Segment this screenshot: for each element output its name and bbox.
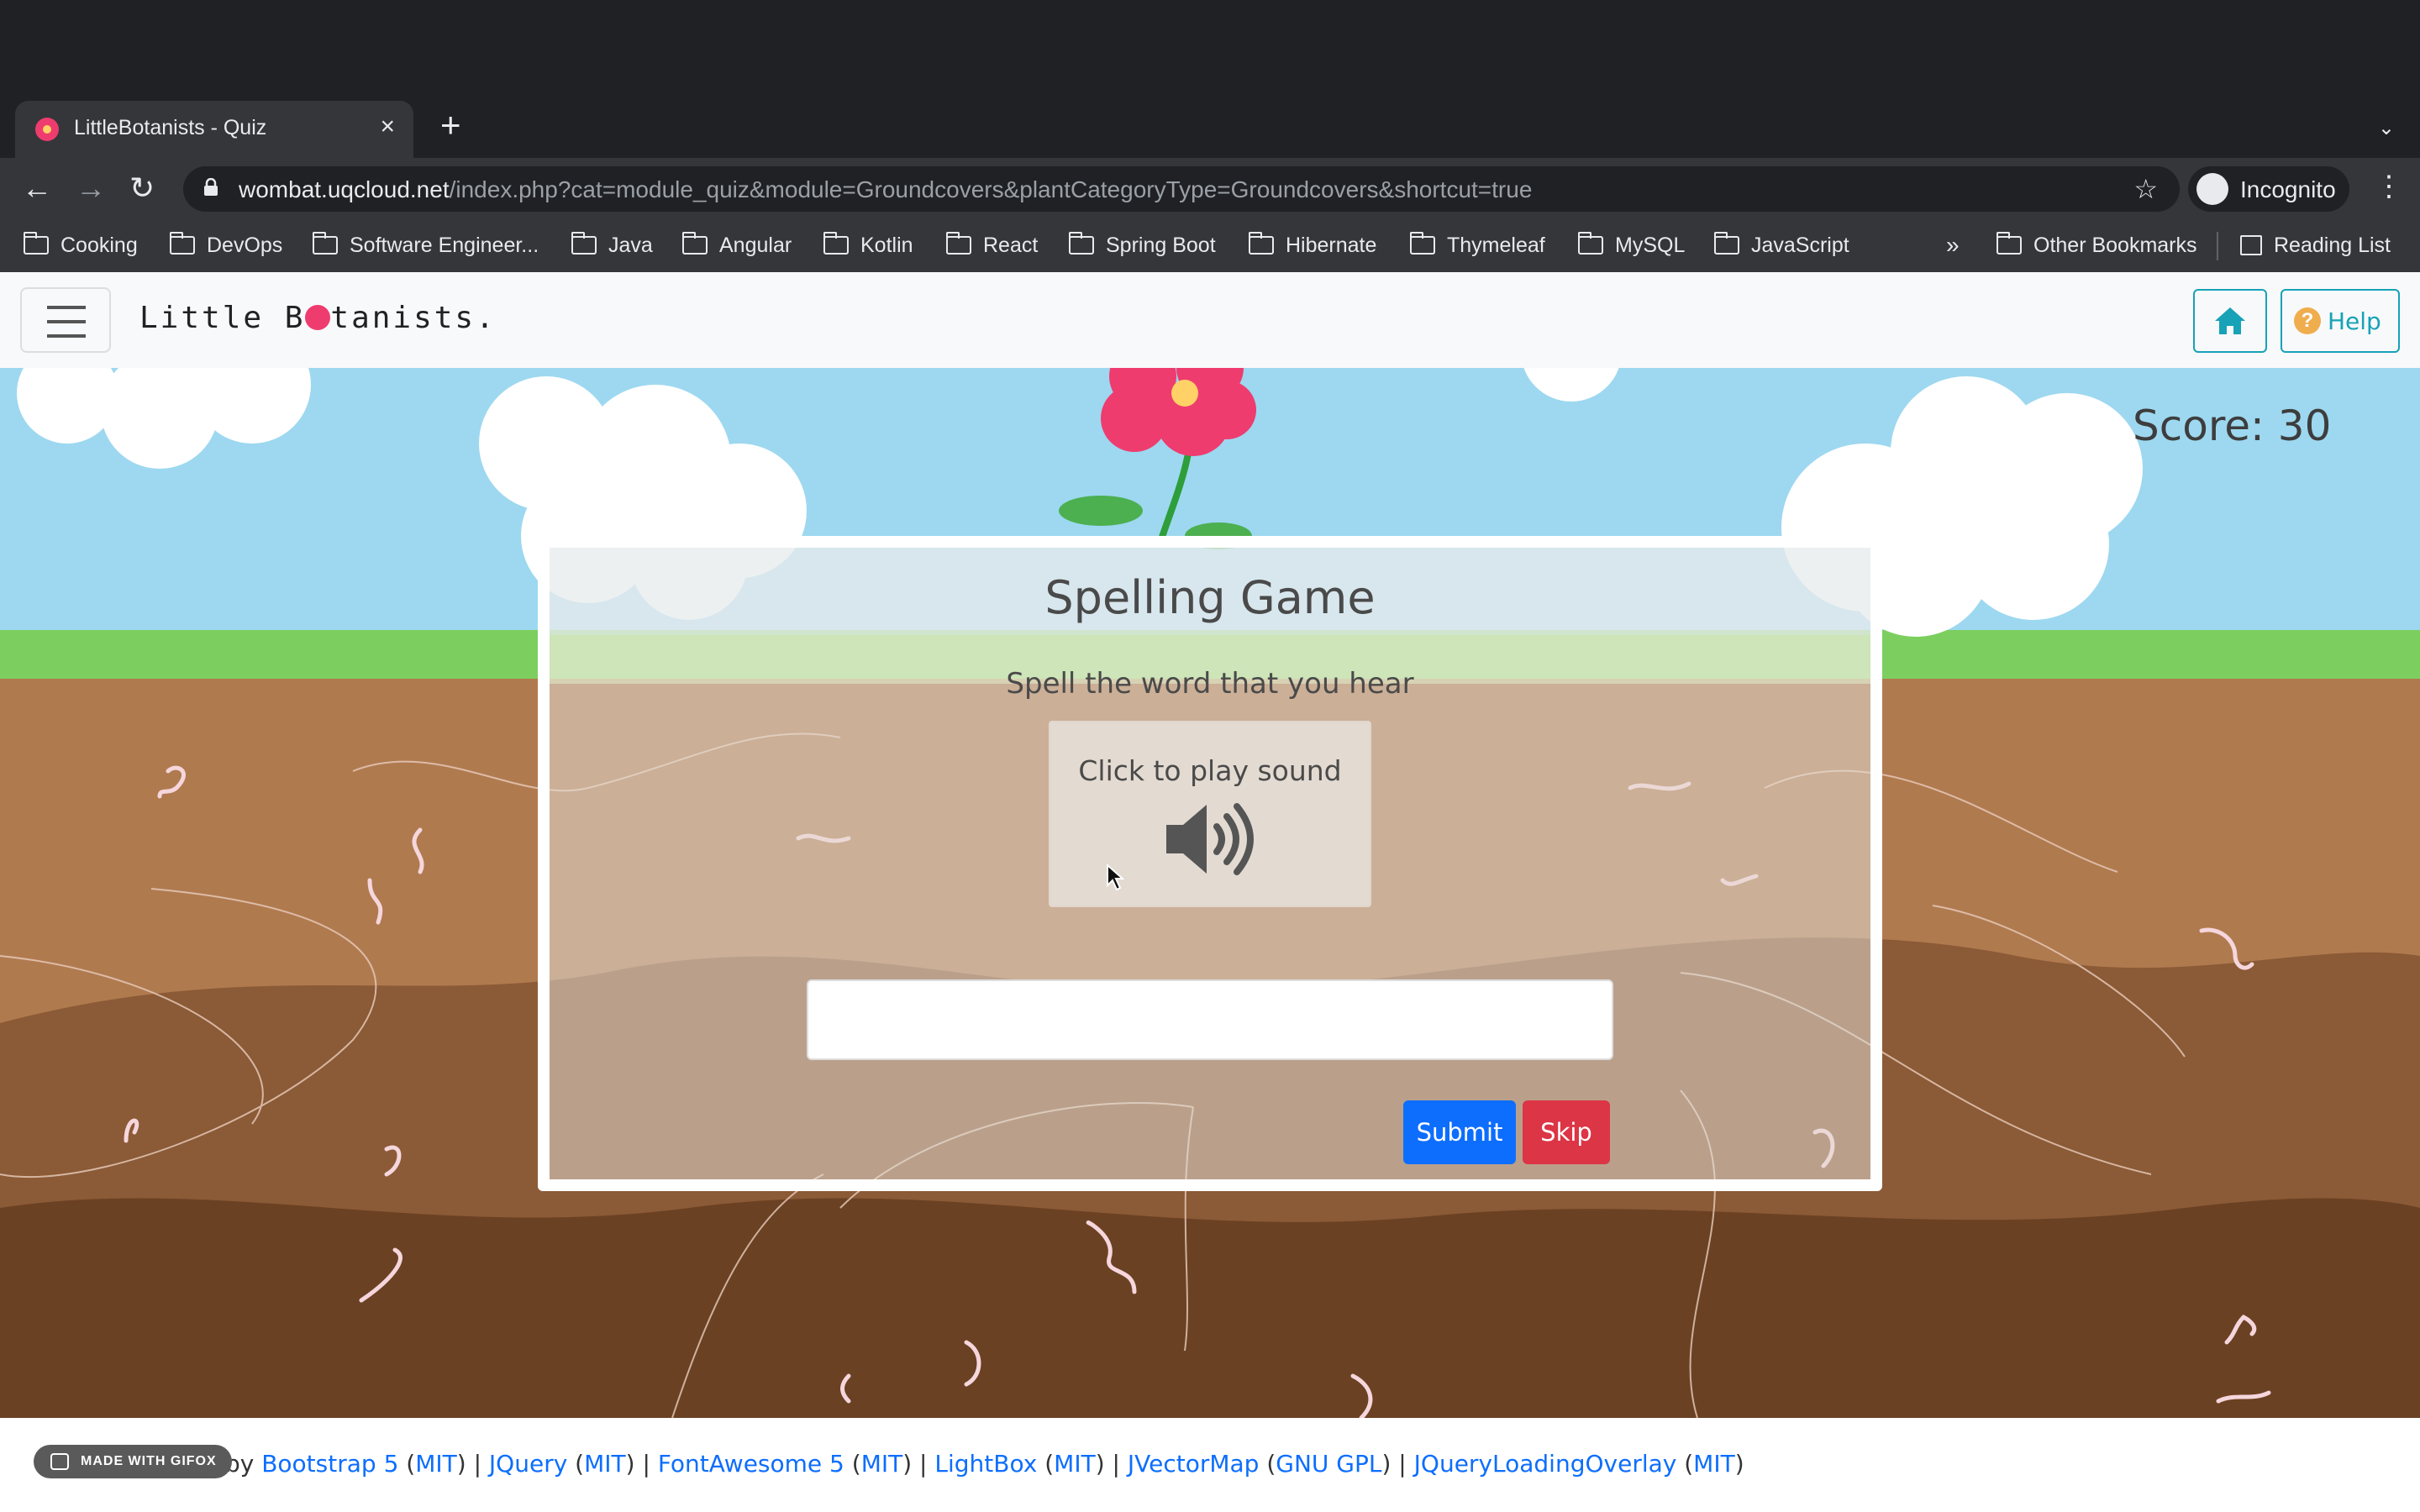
folder-icon (1578, 232, 1603, 255)
menu-toggle-button[interactable] (20, 287, 111, 353)
bookmark-kotlin[interactable]: Kotlin (823, 232, 913, 259)
credit-link-jqueryloadingoverlay[interactable]: JQueryLoadingOverlay (1414, 1450, 1677, 1478)
new-tab-button[interactable]: + (440, 108, 461, 143)
incognito-profile-button[interactable]: Incognito (2188, 166, 2349, 212)
folder-icon (24, 232, 49, 255)
bookmarks-bar: Cooking DevOps Software Engineer... Java… (0, 220, 2420, 273)
tab-search-chevron-icon[interactable]: ⌄ (2378, 116, 2395, 140)
bookmark-mysql[interactable]: MySQL (1578, 232, 1685, 259)
app-navbar: Little Btanists. ? Help (0, 272, 2420, 369)
answer-input[interactable] (807, 979, 1613, 1060)
credit-link-jvectormap[interactable]: JVectorMap (1128, 1450, 1260, 1478)
game-instruction: Spell the word that you hear (1006, 667, 1414, 701)
flower-favicon-icon (35, 118, 59, 141)
license-link-bootstrap[interactable]: MIT (415, 1450, 457, 1478)
browser-tab[interactable]: LittleBotanists - Quiz × (15, 101, 413, 158)
brand-logo[interactable]: Little Btanists. (139, 301, 497, 335)
bookmarks-divider (2217, 232, 2218, 260)
lock-icon (204, 178, 218, 196)
bookmark-thymeleaf[interactable]: Thymeleaf (1410, 232, 1545, 259)
play-sound-button[interactable]: Click to play sound (1049, 721, 1371, 907)
license-link-jquery[interactable]: MIT (584, 1450, 626, 1478)
home-icon (2215, 307, 2245, 334)
browser-toolbar: ← → ↻ wombat.uqcloud.net/index.php?cat=m… (0, 158, 2420, 220)
reading-list-button[interactable]: Reading List (2240, 232, 2391, 259)
library-credits: Powered by Bootstrap 5 (MIT) | JQuery (M… (118, 1450, 1744, 1478)
score-display: Score: 30 (2133, 402, 2332, 450)
folder-icon (1714, 232, 1739, 255)
flower-logo-icon (305, 305, 331, 330)
bookmark-other-bookmarks[interactable]: Other Bookmarks (1996, 232, 2197, 259)
credit-link-bootstrap[interactable]: Bootstrap 5 (261, 1450, 398, 1478)
folder-icon (1996, 232, 2022, 255)
incognito-icon (2196, 173, 2228, 205)
reload-icon[interactable]: ↻ (129, 170, 155, 207)
folder-icon (682, 232, 708, 255)
tab-close-icon[interactable]: × (380, 113, 395, 141)
folder-icon (823, 232, 849, 255)
address-bar[interactable]: wombat.uqcloud.net/index.php?cat=module_… (183, 166, 2180, 212)
profile-label: Incognito (2240, 176, 2336, 202)
bookmark-react[interactable]: React (946, 232, 1038, 259)
volume-up-icon (1166, 803, 1254, 875)
question-circle-icon: ? (2294, 307, 2321, 334)
bookmark-star-icon[interactable]: ☆ (2133, 173, 2158, 205)
bookmark-hibernate[interactable]: Hibernate (1249, 232, 1376, 259)
skip-button[interactable]: Skip (1523, 1100, 1610, 1164)
url-text: wombat.uqcloud.net/index.php?cat=module_… (239, 176, 1533, 202)
folder-icon (1410, 232, 1435, 255)
play-sound-label: Click to play sound (1078, 754, 1342, 787)
bookmark-angular[interactable]: Angular (682, 232, 792, 259)
forward-arrow-icon[interactable]: → (76, 170, 106, 207)
game-title: Spelling Game (1044, 571, 1376, 624)
folder-icon (571, 232, 597, 255)
folder-icon (946, 232, 971, 255)
bookmark-spring-boot[interactable]: Spring Boot (1069, 232, 1216, 259)
license-link-fontawesome[interactable]: MIT (861, 1450, 903, 1478)
back-arrow-icon[interactable]: ← (22, 170, 52, 207)
browser-menu-icon[interactable]: ⋮ (2375, 170, 2403, 203)
license-link-lightbox[interactable]: MIT (1054, 1450, 1096, 1478)
bookmark-software-engineer[interactable]: Software Engineer... (313, 232, 539, 259)
help-button[interactable]: ? Help (2281, 289, 2400, 353)
tab-title: LittleBotanists - Quiz (74, 116, 267, 139)
bookmark-java[interactable]: Java (571, 232, 653, 259)
bookmark-devops[interactable]: DevOps (170, 232, 282, 259)
gifox-logo-icon (50, 1453, 69, 1470)
credit-link-fontawesome[interactable]: FontAwesome 5 (658, 1450, 844, 1478)
help-label: Help (2328, 307, 2381, 335)
bookmark-cooking[interactable]: Cooking (24, 232, 138, 259)
reading-list-icon (2240, 235, 2262, 255)
hamburger-icon (47, 306, 86, 309)
folder-icon (1249, 232, 1274, 255)
mouse-cursor-icon (1107, 864, 1124, 891)
spelling-game-card: Spelling Game Spell the word that you he… (538, 536, 1882, 1191)
home-button[interactable] (2193, 289, 2267, 353)
page-footer: Powered by Bootstrap 5 (MIT) | JQuery (M… (0, 1418, 2420, 1512)
credit-link-lightbox[interactable]: LightBox (934, 1450, 1037, 1478)
folder-icon (170, 232, 195, 255)
folder-icon (1069, 232, 1094, 255)
credit-link-jquery[interactable]: JQuery (489, 1450, 567, 1478)
folder-icon (313, 232, 338, 255)
gifox-watermark-badge: MADE WITH GIFOX (34, 1445, 232, 1478)
bookmarks-overflow-button[interactable]: » (1946, 232, 1960, 259)
submit-button[interactable]: Submit (1403, 1100, 1516, 1164)
license-link-jqueryloadingoverlay[interactable]: MIT (1693, 1450, 1735, 1478)
browser-titlebar: LittleBotanists - Quiz × + ⌄ (0, 0, 2420, 158)
license-link-jvectormap[interactable]: GNU GPL (1276, 1450, 1381, 1478)
bookmark-javascript[interactable]: JavaScript (1714, 232, 1849, 259)
